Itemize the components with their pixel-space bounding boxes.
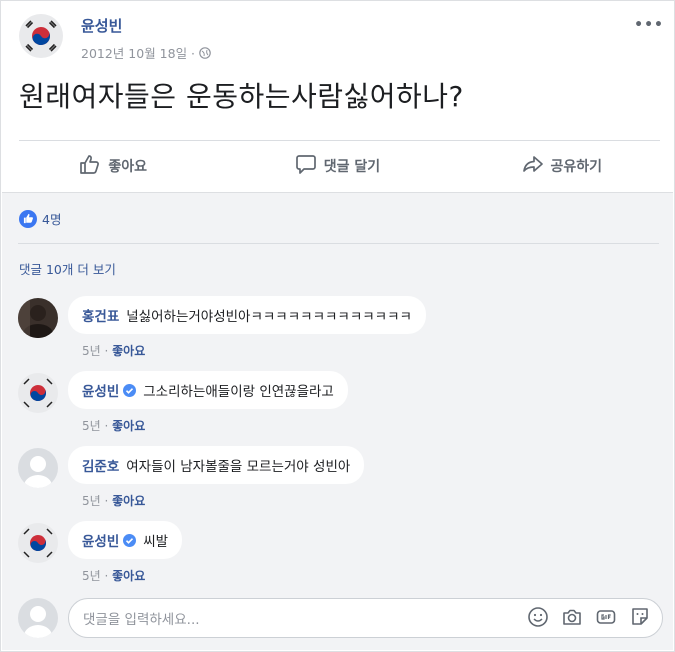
comment-bubble: 윤성빈 씨발 <box>68 521 183 559</box>
comment-item: 윤성빈 씨발 5년 · 좋아요 <box>18 521 663 583</box>
sticker-icon[interactable] <box>629 606 651 632</box>
comment-time[interactable]: 5년 <box>82 494 101 508</box>
post-card: 윤성빈 2012년 10월 18일 · ••• 원래여자들은 운동하는사람싫어하… <box>0 0 675 652</box>
like-label: 좋아요 <box>108 159 147 175</box>
more-options-icon[interactable]: ••• <box>634 17 664 33</box>
commenter-avatar[interactable] <box>18 448 58 488</box>
comment-meta: 5년 · 좋아요 <box>82 342 145 359</box>
camera-icon[interactable] <box>561 606 583 632</box>
gif-icon[interactable] <box>595 606 617 632</box>
comment-composer: 댓글을 입력하세요... <box>18 596 663 642</box>
comment-time[interactable]: 5년 <box>82 569 101 583</box>
comment-bubble: 윤성빈 그소리하는애들이랑 인연끊을라고 <box>68 371 348 409</box>
view-more-comments-link[interactable]: 댓글 10개 더 보기 <box>19 259 116 278</box>
comment-text: 널싫어하는거야성빈아ㅋㅋㅋㅋㅋㅋㅋㅋㅋㅋㅋㅋㅋ <box>126 309 412 325</box>
globe-icon <box>199 46 211 59</box>
comment-bubble: 김준호 여자들이 남자볼줄을 모르는거야 성빈아 <box>68 446 365 484</box>
comment-meta: 5년 · 좋아요 <box>82 492 145 509</box>
commenter-name[interactable]: 김준호 <box>82 455 119 475</box>
comment-item: 홍건표 널싫어하는거야성빈아ㅋㅋㅋㅋㅋㅋㅋㅋㅋㅋㅋㅋㅋ 5년 · 좋아요 <box>18 296 663 358</box>
comment-like-link[interactable]: 좋아요 <box>112 494 145 508</box>
post-date[interactable]: 2012년 10월 18일 · <box>81 43 195 62</box>
comment-button[interactable]: 댓글 달기 <box>225 141 449 191</box>
commenter-avatar[interactable] <box>18 523 58 563</box>
reaction-count: 4명 <box>42 212 62 227</box>
comment-meta-separator: · <box>100 344 113 358</box>
comment-time[interactable]: 5년 <box>82 419 101 433</box>
emoji-icon[interactable] <box>527 606 549 632</box>
comment-meta-separator: · <box>100 419 113 433</box>
reaction-summary[interactable]: 4명 <box>19 209 61 228</box>
comment-text: 여자들이 남자볼줄을 모르는거야 성빈아 <box>126 459 351 475</box>
comment-like-link[interactable]: 좋아요 <box>112 569 145 583</box>
divider <box>18 243 659 244</box>
comment-meta: 5년 · 좋아요 <box>82 567 145 584</box>
author-avatar[interactable] <box>19 14 63 58</box>
comment-like-link[interactable]: 좋아요 <box>112 344 145 358</box>
verified-badge-icon <box>123 383 137 397</box>
share-button[interactable]: 공유하기 <box>450 141 674 191</box>
comment-like-link[interactable]: 좋아요 <box>112 419 145 433</box>
comment-meta-separator: · <box>100 569 113 583</box>
comment-icon <box>295 153 317 179</box>
comment-label: 댓글 달기 <box>323 159 381 175</box>
comment-text: 그소리하는애들이랑 인연끊을라고 <box>143 384 334 400</box>
composer-tools <box>527 606 651 632</box>
comment-meta: 5년 · 좋아요 <box>82 417 145 434</box>
share-icon <box>522 153 544 179</box>
post-actions: 좋아요 댓글 달기 공유하기 <box>1 141 674 191</box>
post-text: 원래여자들은 운동하는사람싫어하나? <box>19 80 464 113</box>
commenter-name[interactable]: 홍건표 <box>82 305 119 325</box>
verified-badge-icon <box>123 533 137 547</box>
like-button[interactable]: 좋아요 <box>1 141 225 191</box>
comment-input-placeholder: 댓글을 입력하세요... <box>83 612 200 628</box>
comments-section: 4명 댓글 10개 더 보기 홍건표 널싫어하는거야성빈아ㅋㅋㅋㅋㅋㅋㅋㅋㅋㅋㅋ… <box>2 192 673 650</box>
author-name[interactable]: 윤성빈 <box>81 15 122 36</box>
comment-time[interactable]: 5년 <box>82 344 101 358</box>
thumbs-up-icon <box>79 153 101 179</box>
comment-item: 김준호 여자들이 남자볼줄을 모르는거야 성빈아 5년 · 좋아요 <box>18 446 663 508</box>
commenter-avatar[interactable] <box>18 373 58 413</box>
like-reaction-icon <box>19 209 37 228</box>
commenter-name[interactable]: 윤성빈 <box>82 530 119 550</box>
commenter-avatar[interactable] <box>18 298 58 338</box>
comment-text: 씨발 <box>143 534 169 550</box>
post-meta: 2012년 10월 18일 · <box>81 43 211 62</box>
current-user-avatar <box>18 598 58 638</box>
comment-bubble: 홍건표 널싫어하는거야성빈아ㅋㅋㅋㅋㅋㅋㅋㅋㅋㅋㅋㅋㅋ <box>68 296 426 334</box>
comment-meta-separator: · <box>100 494 113 508</box>
comment-item: 윤성빈 그소리하는애들이랑 인연끊을라고 5년 · 좋아요 <box>18 371 663 433</box>
commenter-name[interactable]: 윤성빈 <box>82 380 119 400</box>
share-label: 공유하기 <box>550 159 603 175</box>
